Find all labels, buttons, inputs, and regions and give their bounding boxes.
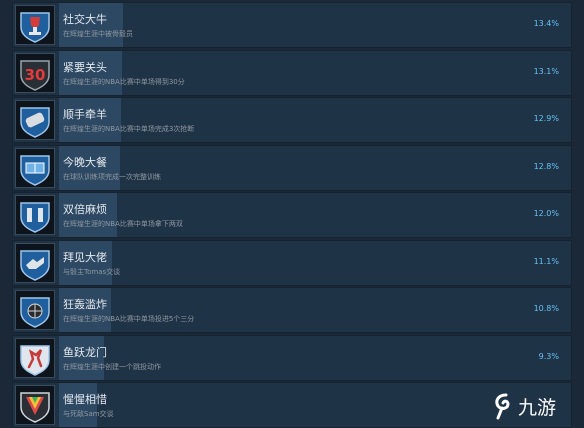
achievement-row: 今晚大餐在球队训练项完成一次完整训练 12.8%: [12, 145, 572, 191]
achievement-percent: 13.4%: [534, 19, 559, 28]
achievement-title: 顺手牵羊: [63, 106, 107, 122]
achievement-description: 在辉煌生涯中被骨毅员: [63, 29, 133, 39]
court-badge-icon: [15, 148, 55, 188]
achievement-title: 社交大牛: [63, 11, 107, 27]
achievement-description: 与死敌Sam交谈: [63, 409, 114, 419]
achievement-row: 鱼跃龙门在辉煌生涯中创建一个跳投动作 9.3%: [12, 335, 572, 381]
achievement-row: 拜见大佬与骰主Tomas交谈 11.1%: [12, 240, 572, 286]
achievement-percent: 12.9%: [534, 114, 559, 123]
achievement-percent: 13.1%: [534, 67, 559, 76]
achievement-title: 惺惺相惜: [63, 391, 107, 407]
achievement-description: 在球队训练项完成一次完整训练: [63, 172, 161, 182]
achievement-row: 30 紧要关头在辉煌生涯的NBA比赛中单场得到30分 13.1%: [12, 50, 572, 96]
double-trophy-badge-icon: [15, 195, 55, 235]
jumpshot-badge-icon: [15, 338, 55, 378]
steal-hand-badge-icon: [15, 100, 55, 140]
achievement-description: 在辉煌生涯中创建一个跳投动作: [63, 362, 161, 372]
watermark-logo: 九游: [492, 391, 576, 421]
achievement-description: 在辉煌生涯的NBA比赛中单场得到30分: [63, 77, 185, 87]
achievement-title: 拜见大佬: [63, 249, 107, 265]
achievement-row: 狂轰滥炸在辉煌生涯的NBA比赛中单场投进5个三分 10.8%: [12, 287, 572, 333]
achievement-percent: 12.8%: [534, 162, 559, 171]
achievement-title: 双倍麻烦: [63, 201, 107, 217]
watermark-text: 九游: [518, 397, 556, 419]
achievement-description: 在辉煌生涯的NBA比赛中单场拿下两双: [63, 219, 183, 229]
achievement-description: 在辉煌生涯的NBA比赛中单场完成3次抢断: [63, 124, 194, 134]
achievement-row: 惺惺相惜与死敌Sam交谈: [12, 382, 572, 428]
thirty-points-badge-icon: 30: [15, 53, 55, 93]
swirl-logo-icon: 九游: [492, 391, 576, 421]
basketball-badge-icon: [15, 290, 55, 330]
achievement-row: 社交大牛在辉煌生涯中被骨毅员 13.4%: [12, 2, 572, 48]
achievement-percent: 10.8%: [534, 304, 559, 313]
achievement-title: 鱼跃龙门: [63, 344, 107, 360]
achievement-list: 社交大牛在辉煌生涯中被骨毅员 13.4% 30 紧要关头在辉煌生涯的NBA比赛中单场得…: [12, 0, 572, 427]
svg-text:30: 30: [25, 66, 46, 84]
achievement-title: 今晚大餐: [63, 154, 107, 170]
achievement-row: 双倍麻烦在辉煌生涯的NBA比赛中单场拿下两双 12.0%: [12, 192, 572, 238]
achievement-description: 在辉煌生涯的NBA比赛中单场投进5个三分: [63, 314, 194, 324]
rainbow-badge-icon: [15, 385, 55, 425]
achievement-percent: 12.0%: [534, 209, 559, 218]
achievement-title: 狂轰滥炸: [63, 296, 107, 312]
achievement-title: 紧要关头: [63, 59, 107, 75]
trophy-badge-icon: [15, 5, 55, 45]
achievement-description: 与骰主Tomas交谈: [63, 267, 120, 277]
handshake-badge-icon: [15, 243, 55, 283]
achievement-percent: 11.1%: [534, 257, 559, 266]
achievement-percent: 9.3%: [539, 352, 559, 361]
achievement-row: 顺手牵羊在辉煌生涯的NBA比赛中单场完成3次抢断 12.9%: [12, 97, 572, 143]
